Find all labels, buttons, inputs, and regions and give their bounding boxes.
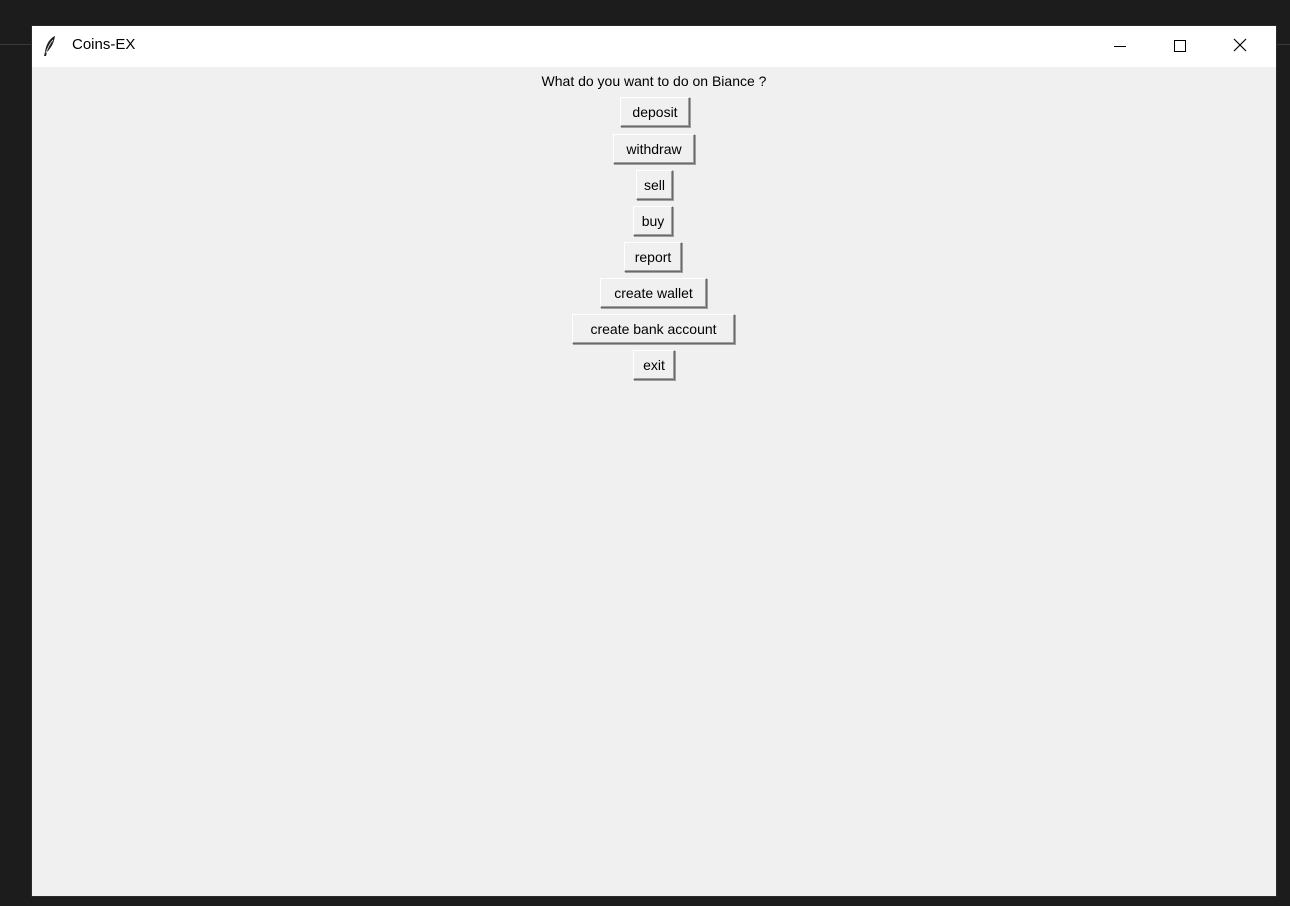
sell-button[interactable]: sell	[636, 170, 673, 200]
exit-button[interactable]: exit	[633, 350, 675, 380]
feather-icon	[40, 35, 60, 57]
report-button[interactable]: report	[624, 242, 682, 272]
deposit-button[interactable]: deposit	[620, 97, 690, 127]
main-content: What do you want to do on Biance ? depos…	[32, 67, 1276, 896]
window-title: Coins-EX	[72, 36, 136, 53]
create-bank-account-button[interactable]: create bank account	[572, 314, 735, 344]
app-window: Coins-EX What do you want to do on Bianc…	[32, 26, 1276, 896]
title-bar[interactable]: Coins-EX	[32, 26, 1276, 67]
close-button[interactable]	[1212, 26, 1268, 67]
prompt-label: What do you want to do on Biance ?	[541, 73, 767, 89]
maximize-button[interactable]	[1152, 26, 1208, 67]
withdraw-button[interactable]: withdraw	[613, 134, 695, 164]
minimize-icon	[1114, 37, 1126, 56]
buy-button[interactable]: buy	[633, 206, 673, 236]
minimize-button[interactable]	[1092, 26, 1148, 67]
maximize-icon	[1174, 37, 1186, 56]
create-wallet-button[interactable]: create wallet	[600, 278, 707, 308]
close-icon	[1233, 37, 1247, 56]
